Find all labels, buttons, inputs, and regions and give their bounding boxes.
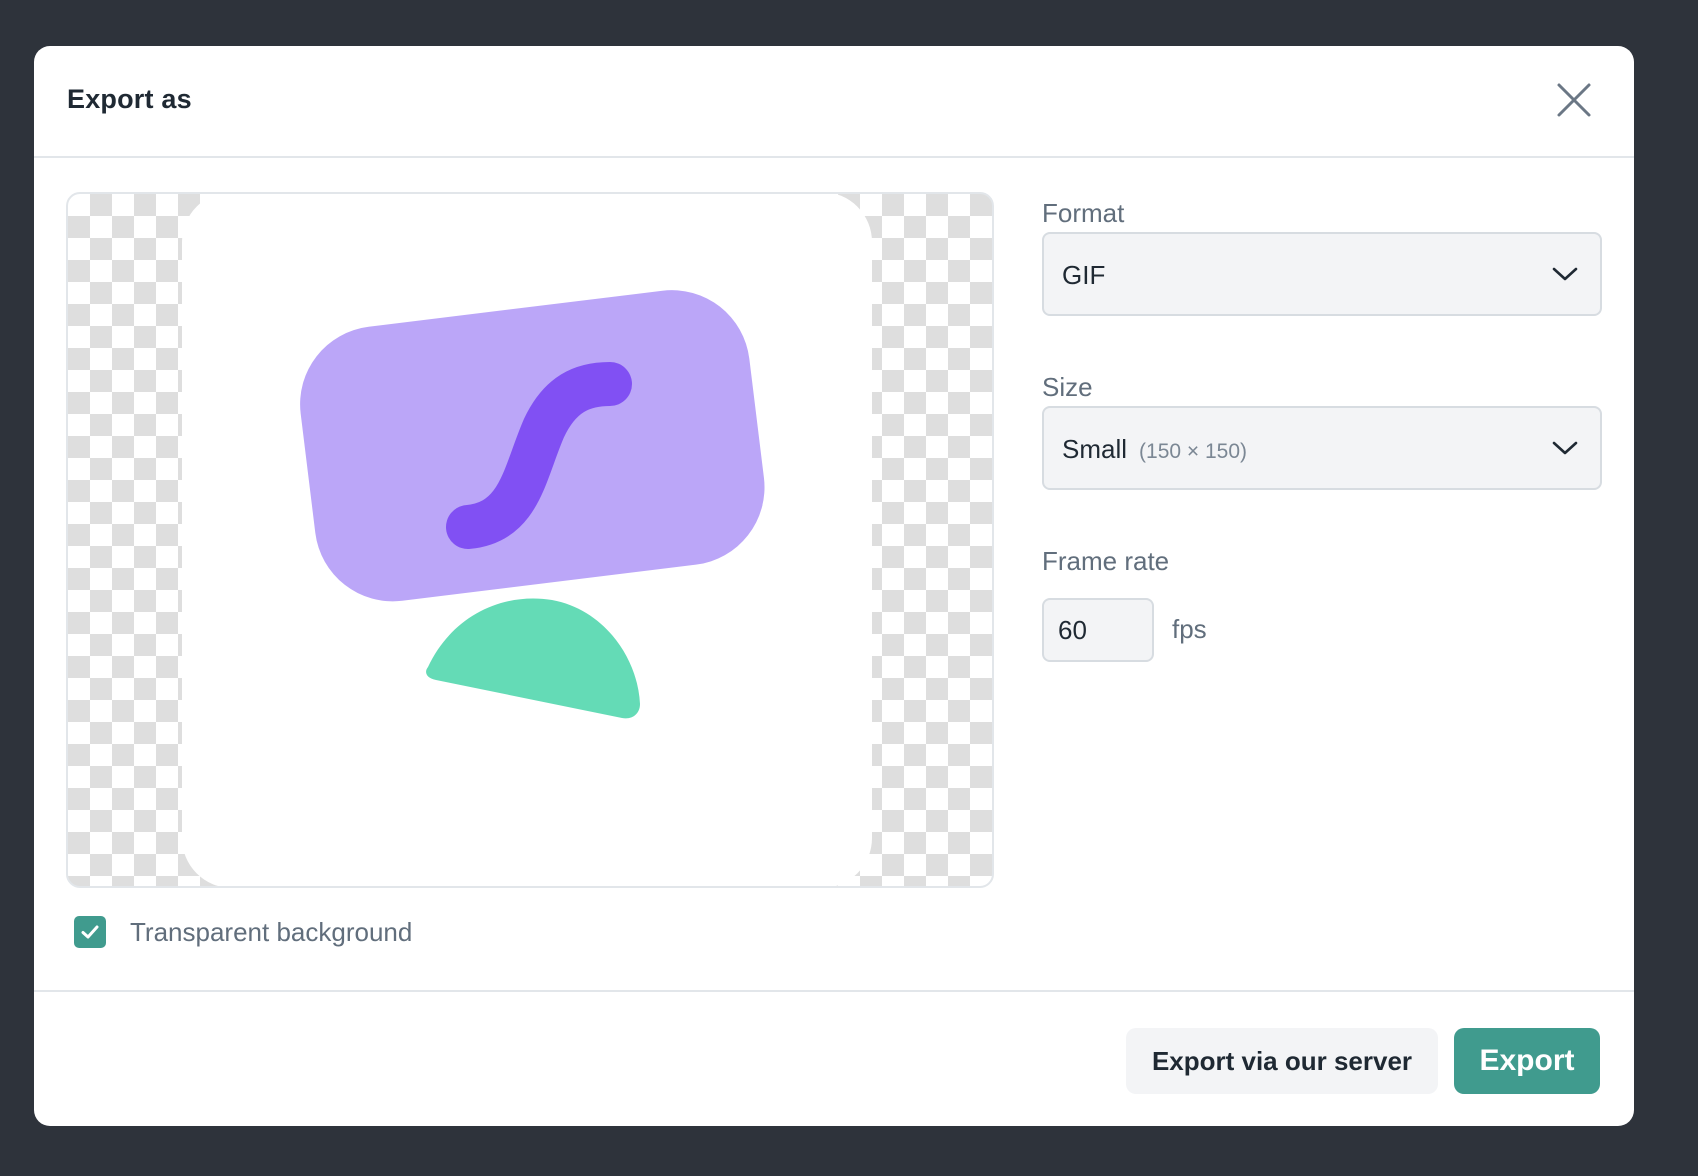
export-dialog: Export as Transparent background Format … [34, 46, 1634, 1126]
format-value: GIF [1062, 260, 1106, 290]
preview-animation-graphic [300, 290, 765, 719]
chevron-down-icon [1552, 267, 1578, 281]
dialog-title: Export as [67, 84, 192, 114]
dialog-header: Export as [34, 46, 1634, 158]
size-label: Size [1042, 372, 1093, 402]
close-button[interactable] [1556, 82, 1592, 118]
export-preview [66, 192, 994, 888]
format-label: Format [1042, 198, 1125, 228]
frame-rate-unit: fps [1172, 614, 1207, 644]
chevron-down-icon [1552, 441, 1578, 455]
size-dimensions: (150 × 150) [1139, 440, 1248, 463]
frame-rate-input[interactable] [1042, 598, 1154, 662]
semicircle-shape [426, 598, 640, 719]
size-select[interactable]: Small (150 × 150) [1042, 406, 1602, 490]
export-button[interactable]: Export [1454, 1028, 1600, 1094]
format-select[interactable]: GIF [1042, 232, 1602, 316]
transparent-background-option[interactable]: Transparent background [74, 914, 412, 950]
transparent-background-label: Transparent background [130, 916, 413, 947]
size-value: Small (150 × 150) [1062, 434, 1247, 465]
preview-artboard [182, 194, 872, 886]
export-via-server-button[interactable]: Export via our server [1126, 1028, 1438, 1094]
frame-rate-label: Frame rate [1042, 546, 1170, 576]
transparent-background-checkbox[interactable] [74, 916, 106, 948]
checkmark-icon [81, 925, 99, 939]
close-icon [1557, 83, 1591, 117]
size-name: Small [1062, 434, 1128, 464]
